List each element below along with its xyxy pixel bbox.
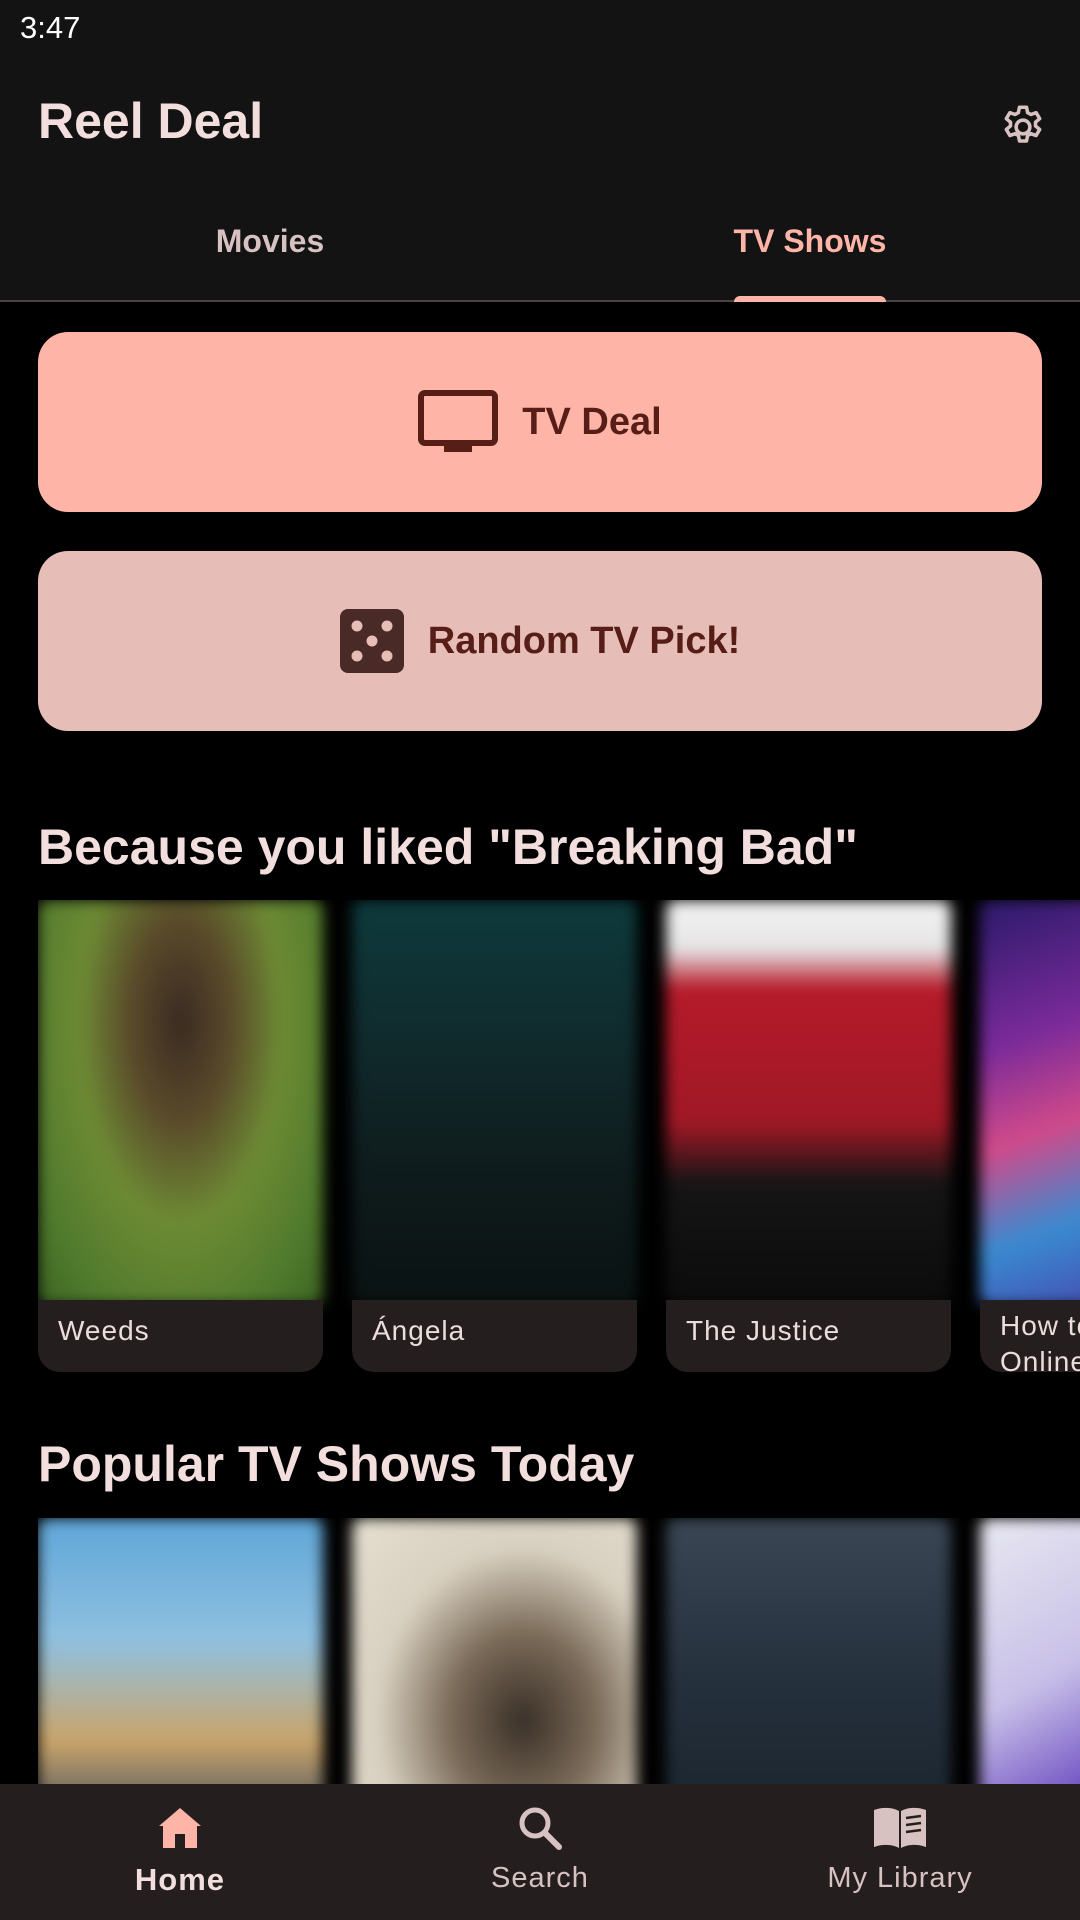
- status-bar: 3:47: [0, 0, 1080, 58]
- gear-icon: [1004, 105, 1042, 143]
- nav-search-label: Search: [491, 1862, 589, 1894]
- show-poster: [980, 1518, 1080, 1784]
- show-title: The Justice: [666, 1300, 951, 1372]
- show-title: Ángela: [352, 1300, 637, 1372]
- show-poster: [352, 900, 637, 1305]
- tv-icon: [418, 390, 499, 452]
- nav-home[interactable]: Home: [0, 1784, 360, 1920]
- section-title-popular-tv-shows: Popular TV Shows Today: [38, 1436, 635, 1492]
- app-bar: Reel Deal: [0, 58, 1080, 188]
- settings-button[interactable]: [990, 94, 1056, 160]
- nav-search[interactable]: Search: [360, 1784, 720, 1920]
- show-poster: [38, 1518, 323, 1784]
- section-title-because-you-liked: Because you liked "Breaking Bad": [38, 819, 858, 875]
- show-poster: [352, 1518, 637, 1784]
- home-content[interactable]: TV Deal Random TV Pick! Because you like…: [0, 302, 1080, 1784]
- bottom-navigation: Home Search My Library: [0, 1784, 1080, 1920]
- status-time: 3:47: [20, 10, 81, 45]
- book-icon: [872, 1804, 928, 1852]
- show-poster: [980, 900, 1080, 1305]
- nav-my-library[interactable]: My Library: [720, 1784, 1080, 1920]
- tv-deal-label: TV Deal: [522, 400, 662, 443]
- show-title: Weeds: [38, 1300, 323, 1372]
- random-tv-pick-label: Random TV Pick!: [427, 619, 741, 662]
- tab-label: TV Shows: [733, 222, 887, 259]
- tab-tv-shows[interactable]: TV Shows: [540, 188, 1080, 300]
- show-poster: [666, 1518, 951, 1784]
- show-poster: [666, 900, 951, 1305]
- home-icon: [157, 1804, 203, 1852]
- search-icon: [517, 1804, 563, 1852]
- show-poster: [38, 900, 323, 1305]
- recommendation-row[interactable]: Weeds Ángela The Justice How to Sell Dru…: [38, 900, 1080, 1380]
- app-title: Reel Deal: [38, 93, 264, 149]
- nav-home-label: Home: [134, 1862, 226, 1897]
- show-title: How to Sell Drugs Online (Fast): [980, 1300, 1080, 1372]
- dice-icon: [339, 609, 404, 673]
- tab-movies[interactable]: Movies: [0, 188, 540, 300]
- random-tv-pick-button[interactable]: Random TV Pick!: [38, 551, 1042, 731]
- tab-bar: Movies TV Shows: [0, 188, 1080, 302]
- nav-my-library-label: My Library: [827, 1862, 973, 1894]
- tab-label: Movies: [215, 222, 325, 259]
- popular-row[interactable]: [38, 1518, 1080, 1784]
- tv-deal-button[interactable]: TV Deal: [38, 332, 1042, 512]
